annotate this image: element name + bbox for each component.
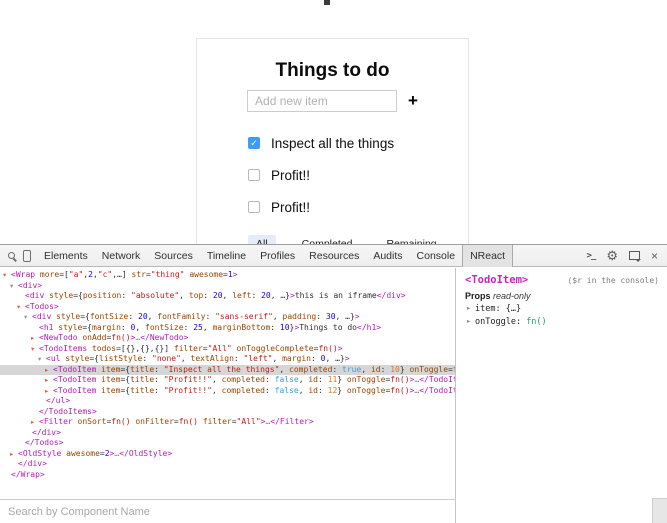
- tab-network[interactable]: Network: [95, 245, 148, 267]
- tree-row[interactable]: <div style={position: "absolute", top: 2…: [0, 291, 455, 302]
- tab-timeline[interactable]: Timeline: [200, 245, 253, 267]
- settings-gear-icon[interactable]: ⚙: [606, 249, 618, 262]
- tree-row[interactable]: ▾<Todos>: [0, 302, 455, 313]
- tree-row[interactable]: </div>: [0, 428, 455, 439]
- app-title: Things to do: [197, 60, 468, 82]
- expand-arrow[interactable]: ▸: [45, 375, 53, 386]
- component-tree: ▾<Wrap more=["a",2,"c",…] str="thing" aw…: [0, 268, 456, 499]
- todo-label: Inspect all the things: [271, 136, 394, 151]
- component-search-bar: [0, 499, 456, 523]
- tree-row[interactable]: </Todos>: [0, 438, 455, 449]
- expand-arrow[interactable]: ▸: [45, 365, 53, 376]
- prop-row[interactable]: ▸onToggle: fn(): [457, 315, 667, 328]
- todo-row: ✓ Inspect all the things: [248, 127, 468, 159]
- tree-row[interactable]: ▸<NewTodo onAdd=fn()>…</NewTodo>: [0, 333, 455, 344]
- prop-row[interactable]: ▸item: {…}: [457, 302, 667, 315]
- tree-row[interactable]: </TodoItems>: [0, 407, 455, 418]
- props-list: ▸item: {…}▸onToggle: fn(): [457, 302, 667, 328]
- component-search-input[interactable]: [0, 506, 455, 518]
- prop-key: item:: [475, 304, 506, 314]
- prop-value: {…}: [506, 304, 521, 314]
- console-drawer-icon[interactable]: >_: [586, 251, 595, 261]
- side-panel-header: <TodoItem> ($r in the console): [457, 268, 667, 288]
- devtools-toolbar: ElementsNetworkSourcesTimelineProfilesRe…: [0, 245, 667, 267]
- tree-row[interactable]: ▸<Filter onSort=fn() onFilter=fn() filte…: [0, 417, 455, 428]
- props-header: Props read-only: [457, 288, 667, 302]
- expand-arrow[interactable]: ▸: [467, 304, 475, 312]
- tab-console[interactable]: Console: [410, 245, 463, 267]
- tree-row[interactable]: ▾<ul style={listStyle: "none", textAlign…: [0, 354, 455, 365]
- checkbox-unchecked[interactable]: ✓: [248, 201, 260, 213]
- expand-arrow[interactable]: ▸: [31, 417, 39, 428]
- side-panel: <TodoItem> ($r in the console) Props rea…: [457, 268, 667, 523]
- collapse-arrow[interactable]: ▾: [24, 312, 32, 323]
- collapse-arrow[interactable]: ▾: [10, 281, 18, 292]
- prop-value: fn(): [526, 317, 546, 327]
- close-icon[interactable]: ×: [651, 250, 658, 262]
- toolbar-right-controls: >_ ⚙ ×: [586, 249, 667, 262]
- tree-row[interactable]: ▸<OldStyle awesome=2>…</OldStyle>: [0, 449, 455, 460]
- add-item-button[interactable]: +: [408, 91, 418, 111]
- scroll-corner: [652, 498, 667, 523]
- expand-arrow[interactable]: ▸: [467, 317, 475, 325]
- props-mode: read-only: [493, 291, 531, 301]
- checkbox-checked[interactable]: ✓: [248, 137, 260, 149]
- tree-row[interactable]: ▸<TodoItem item={title: "Profit!!", comp…: [0, 375, 455, 386]
- inspect-element-icon[interactable]: [8, 252, 15, 259]
- cursor-artifact: [324, 0, 330, 5]
- props-label: Props: [465, 291, 491, 301]
- collapse-arrow[interactable]: ▾: [17, 302, 25, 313]
- todo-label: Profit!!: [271, 168, 310, 183]
- collapse-arrow[interactable]: ▾: [31, 344, 39, 355]
- tree-row[interactable]: ▾<TodoItems todos=[{},{},{}] filter="All…: [0, 344, 455, 355]
- console-hint: ($r in the console): [567, 276, 659, 285]
- collapse-arrow[interactable]: ▾: [3, 270, 11, 281]
- tab-nreact[interactable]: NReact: [462, 245, 513, 267]
- tree-row[interactable]: ▾<div>: [0, 281, 455, 292]
- tab-elements[interactable]: Elements: [37, 245, 95, 267]
- tab-audits[interactable]: Audits: [366, 245, 409, 267]
- screenshot-stage: Things to do + ✓ Inspect all the things ✓ P…: [0, 0, 667, 523]
- tree-row[interactable]: </Wrap>: [0, 470, 455, 481]
- browser-page: Things to do + ✓ Inspect all the things ✓ P…: [0, 0, 667, 244]
- tab-sources[interactable]: Sources: [147, 245, 200, 267]
- collapse-arrow[interactable]: ▾: [38, 354, 46, 365]
- tree-row[interactable]: ▾<Wrap more=["a",2,"c",…] str="thing" aw…: [0, 270, 455, 281]
- tree-row[interactable]: ▸<TodoItem item={title: "Inspect all the…: [0, 365, 455, 376]
- todo-row: ✓ Profit!!: [248, 191, 468, 223]
- expand-arrow[interactable]: ▸: [31, 333, 39, 344]
- dock-side-icon[interactable]: [629, 251, 640, 260]
- expand-arrow[interactable]: ▸: [45, 386, 53, 397]
- add-item-input[interactable]: [247, 90, 397, 112]
- devtools-tabs: ElementsNetworkSourcesTimelineProfilesRe…: [37, 245, 513, 267]
- expand-arrow[interactable]: ▸: [10, 449, 18, 460]
- add-item-row: +: [197, 90, 468, 112]
- tab-resources[interactable]: Resources: [302, 245, 366, 267]
- checkbox-unchecked[interactable]: ✓: [248, 169, 260, 181]
- todo-list: ✓ Inspect all the things ✓ Profit!! ✓ Profit!…: [248, 127, 468, 223]
- todo-label: Profit!!: [271, 200, 310, 215]
- tree-row[interactable]: ▾<div style={fontSize: 20, fontFamily: "…: [0, 312, 455, 323]
- tree-row[interactable]: <h1 style={margin: 0, fontSize: 25, marg…: [0, 323, 455, 334]
- selected-component-tag: <TodoItem>: [465, 274, 528, 286]
- prop-key: onToggle:: [475, 317, 526, 327]
- device-mode-icon[interactable]: [23, 250, 31, 262]
- todo-app-iframe: Things to do + ✓ Inspect all the things ✓ P…: [196, 38, 469, 244]
- todo-row: ✓ Profit!!: [248, 159, 468, 191]
- tree-row[interactable]: ▸<TodoItem item={title: "Profit!!", comp…: [0, 386, 455, 397]
- tree-row[interactable]: </ul>: [0, 396, 455, 407]
- devtools-panel: ElementsNetworkSourcesTimelineProfilesRe…: [0, 244, 667, 523]
- tab-profiles[interactable]: Profiles: [253, 245, 302, 267]
- tree-row[interactable]: </div>: [0, 459, 455, 470]
